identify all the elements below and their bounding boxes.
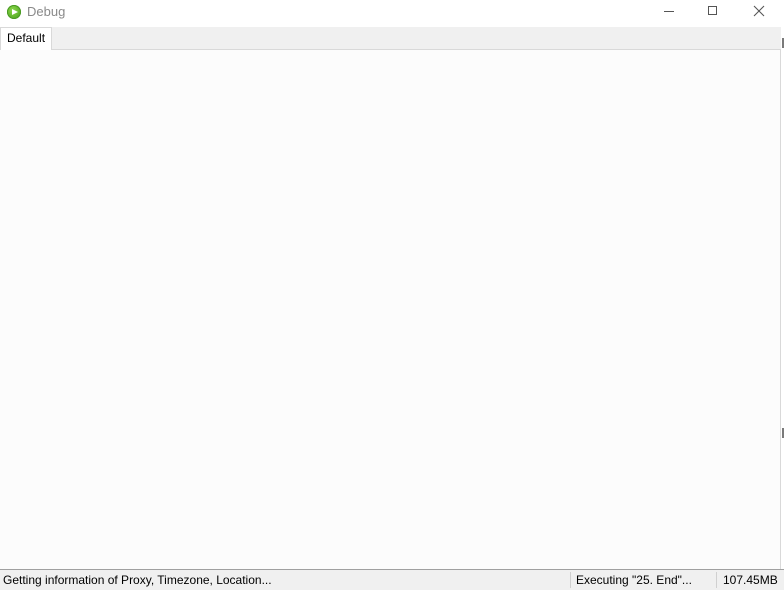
status-executing: Executing "25. End"...	[576, 573, 692, 587]
maximize-button[interactable]	[690, 0, 736, 24]
tab-strip: Default	[0, 27, 782, 50]
window-title: Debug	[27, 4, 66, 19]
title-bar[interactable]: Debug	[0, 0, 784, 26]
tab-default[interactable]: Default	[0, 27, 52, 50]
debug-content-area[interactable]	[0, 50, 781, 569]
status-separator	[570, 572, 571, 588]
close-button[interactable]	[736, 0, 782, 24]
status-memory: 107.45MB	[723, 573, 778, 587]
status-bar: Getting information of Proxy, Timezone, …	[0, 569, 784, 590]
debug-window: Debug Default Getting information of Pro…	[0, 0, 784, 595]
minimize-button[interactable]	[646, 0, 692, 24]
play-circle-icon	[7, 5, 21, 19]
status-separator	[716, 572, 717, 588]
status-message: Getting information of Proxy, Timezone, …	[3, 573, 272, 587]
close-icon	[753, 5, 765, 17]
window-bottom-border	[0, 590, 784, 595]
